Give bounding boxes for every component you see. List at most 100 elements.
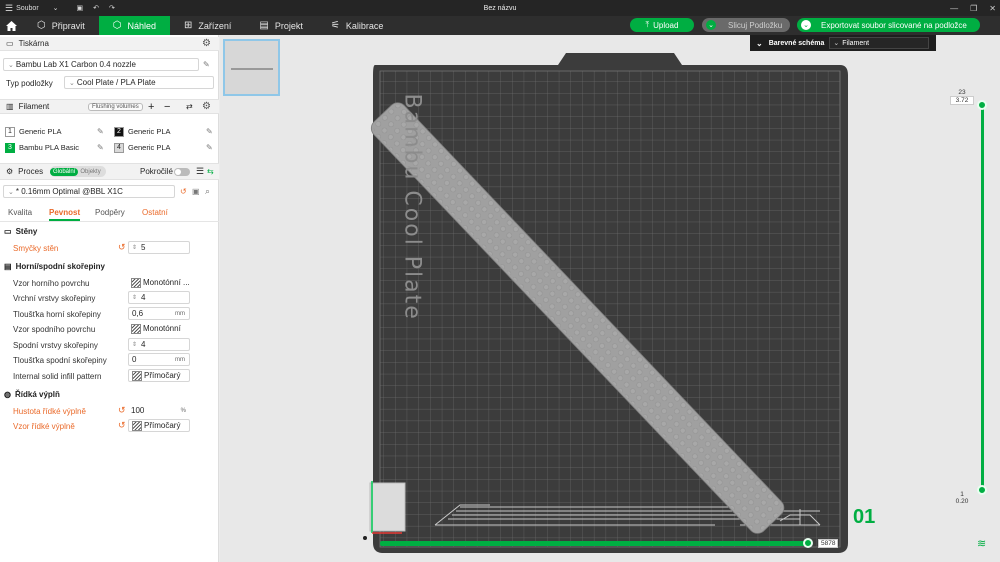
- filament-color-swatch[interactable]: 1: [5, 126, 15, 137]
- bottom-thickness-input[interactable]: 0 mm: [128, 353, 190, 366]
- tab-supports[interactable]: Podpěry: [95, 208, 125, 217]
- compare-icon[interactable]: ☰: [196, 166, 204, 177]
- filament-color-swatch[interactable]: 4: [114, 142, 124, 153]
- density-input[interactable]: 100%: [128, 404, 190, 417]
- filament-slot-1[interactable]: 1 Generic PLA: [5, 125, 95, 138]
- filament-name: Generic PLA: [128, 127, 171, 136]
- device-icon: ⊞: [184, 20, 193, 31]
- remove-icon[interactable]: −: [164, 101, 170, 113]
- plate-type-select[interactable]: ⌄ Cool Plate / PLA Plate: [64, 76, 214, 89]
- gear-icon[interactable]: ⚙: [202, 38, 211, 49]
- top-thickness-input[interactable]: 0,6 mm: [128, 307, 190, 320]
- tab-calibration-label: Kalibrace: [345, 20, 384, 31]
- pattern-icon: [131, 277, 141, 288]
- printer-icon: ▭: [6, 39, 14, 48]
- export-button[interactable]: ⌄ Exportovat soubor slicované na podložc…: [797, 18, 980, 32]
- tab-others[interactable]: Ostatní: [142, 208, 168, 217]
- tab-prepare[interactable]: ⬡ Připravit: [23, 16, 99, 35]
- unit-label: %: [180, 407, 186, 414]
- 3d-viewport[interactable]: Bambu Cool Plate 01 5878 ≋: [220, 35, 1000, 562]
- infill-pattern-select[interactable]: Přímočarý: [128, 419, 190, 432]
- tab-project[interactable]: ▤ Projekt: [245, 16, 316, 35]
- printer-section-header: ▭ Tiskárna ⚙: [0, 37, 219, 51]
- filament-slot-4[interactable]: 4 Generic PLA: [114, 141, 204, 154]
- sync-icon[interactable]: ⇆: [207, 167, 214, 176]
- close-icon[interactable]: ✕: [989, 4, 996, 13]
- bottom-layers-input[interactable]: ⇕ 4: [128, 338, 190, 351]
- wall-loops-input[interactable]: ⇕ 5: [128, 241, 190, 254]
- flushing-volumes-button[interactable]: Flushing volumes: [88, 102, 143, 111]
- search-icon[interactable]: ⌕: [205, 186, 210, 197]
- sync-icon[interactable]: ⇄: [186, 102, 193, 111]
- edit-icon[interactable]: ✎: [206, 127, 213, 136]
- upload-button[interactable]: ⤒ Upload: [630, 18, 694, 32]
- reset-icon[interactable]: ↺: [118, 242, 126, 253]
- slice-button[interactable]: ⌄ Slicuj Podložku: [702, 18, 790, 32]
- add-icon[interactable]: +: [148, 101, 154, 113]
- top-layers-value: 4: [141, 293, 146, 302]
- filament-color-swatch[interactable]: 2: [114, 126, 124, 137]
- layer-top-label: 23 3.72: [950, 89, 974, 105]
- edit-icon[interactable]: ✎: [97, 127, 104, 136]
- top-pattern-label: Vzor horního povrchu: [13, 278, 90, 288]
- move-slider-track[interactable]: [380, 541, 810, 546]
- process-preset-select[interactable]: ⌄ * 0.16mm Optimal @BBL X1C: [3, 185, 175, 198]
- filament-name: Generic PLA: [128, 143, 171, 152]
- filament-slot-3[interactable]: 3 Bambu PLA Basic: [5, 141, 95, 154]
- edit-icon[interactable]: ✎: [206, 143, 213, 152]
- reset-icon[interactable]: ↺: [118, 405, 126, 416]
- layer-slider-top-handle[interactable]: [977, 100, 987, 110]
- top-thickness-label: Tloušťka horní skořepiny: [13, 309, 101, 319]
- tab-strength[interactable]: Pevnost: [49, 208, 81, 221]
- undo-icon[interactable]: ↶: [88, 0, 104, 16]
- reset-icon[interactable]: ↺: [118, 420, 126, 431]
- restore-icon[interactable]: ❐: [970, 4, 977, 13]
- edit-icon[interactable]: ✎: [97, 143, 104, 152]
- walls-title: Stěny: [15, 226, 38, 236]
- layer-slider-track[interactable]: [981, 104, 984, 492]
- advanced-toggle[interactable]: [174, 167, 190, 176]
- top-pattern-select[interactable]: Monotónní ...: [128, 276, 190, 289]
- toggle-objects[interactable]: Objekty: [78, 169, 100, 175]
- bottom-pattern-label: Vzor spodního povrchu: [13, 324, 96, 334]
- undo-icon[interactable]: ↺: [180, 187, 187, 196]
- layers-icon[interactable]: ≋: [977, 537, 986, 550]
- file-menu[interactable]: ☰ Soubor ⌄: [0, 0, 64, 16]
- chevron-down-icon: ⌄: [69, 79, 75, 87]
- tab-preview[interactable]: ⬡ Náhled: [98, 16, 171, 35]
- layer-slider-bottom-handle[interactable]: [977, 485, 987, 495]
- chevron-down-icon[interactable]: ⌄: [756, 39, 763, 48]
- stepper-icon[interactable]: ⇕: [132, 244, 137, 251]
- stepper-icon[interactable]: ⇕: [132, 294, 137, 301]
- toggle-global[interactable]: Globální: [50, 167, 79, 176]
- bottom-pattern-select[interactable]: Monotónní: [128, 322, 190, 335]
- save-icon[interactable]: ▣: [192, 187, 200, 196]
- build-plate: [363, 53, 848, 553]
- filament-color-swatch[interactable]: 3: [5, 142, 15, 153]
- minimize-icon[interactable]: —: [950, 4, 958, 13]
- global-objects-toggle[interactable]: Globální Objekty: [50, 166, 106, 177]
- top-layers-input[interactable]: ⇕ 4: [128, 291, 190, 304]
- save-icon[interactable]: ▣: [72, 0, 89, 16]
- redo-icon[interactable]: ↷: [104, 0, 120, 16]
- infill-icon: ◍: [4, 389, 11, 399]
- move-slider-handle[interactable]: [803, 538, 813, 548]
- tab-calibration[interactable]: ⚟ Kalibrace: [317, 16, 398, 35]
- walls-icon: ▭: [4, 226, 12, 236]
- top-thickness-value: 0,6: [132, 309, 144, 318]
- top-layers-label: Vrchní vrstvy skořepiny: [13, 293, 96, 303]
- tab-quality[interactable]: Kvalita: [8, 208, 32, 217]
- tab-device[interactable]: ⊞ Zařízení: [170, 16, 245, 35]
- filament-slot-2[interactable]: 2 Generic PLA: [114, 125, 204, 138]
- stepper-icon[interactable]: ⇕: [132, 341, 137, 348]
- printer-select[interactable]: ⌄ Bambu Lab X1 Carbon 0.4 nozzle: [3, 58, 199, 71]
- calibration-icon: ⚟: [330, 20, 340, 31]
- edit-icon[interactable]: ✎: [203, 60, 210, 69]
- internal-solid-select[interactable]: Přímočarý: [128, 369, 190, 382]
- home-button[interactable]: [0, 16, 23, 35]
- gear-icon[interactable]: ⚙: [202, 101, 211, 112]
- color-scheme-select[interactable]: ⌄ Filament: [829, 37, 930, 49]
- color-scheme-value: Filament: [842, 39, 870, 47]
- infill-title: Řídká výplň: [14, 389, 60, 399]
- bottom-layers-label: Spodní vrstvy skořepiny: [13, 340, 98, 350]
